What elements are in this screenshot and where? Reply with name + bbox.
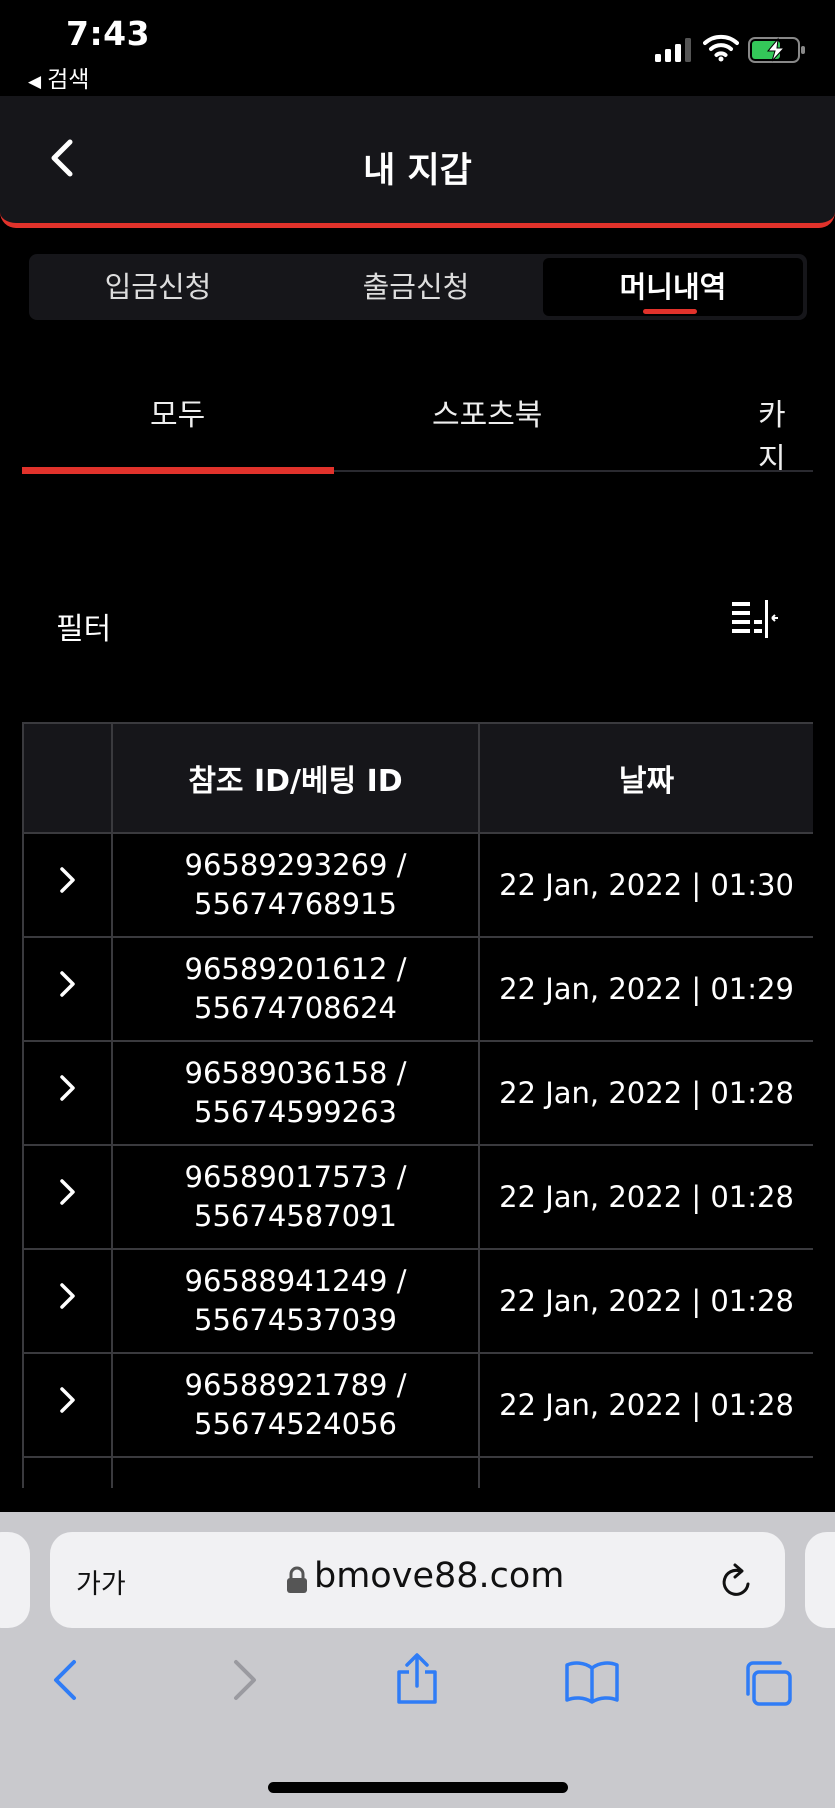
address-bar[interactable]: 가가 bmove88.com: [50, 1532, 785, 1628]
row-expand-cell[interactable]: [22, 1456, 113, 1488]
row-expand-cell[interactable]: [22, 1040, 113, 1146]
status-bar: 7:43 ◀ 검색: [0, 0, 835, 96]
tab-label: 입금신청: [104, 270, 212, 304]
filter-toggle-icon[interactable]: [730, 598, 780, 642]
chevron-right-icon[interactable]: [58, 865, 78, 895]
next-tab-peek[interactable]: [805, 1532, 835, 1628]
bet-id: 55674768915: [194, 887, 397, 921]
chevron-right-icon[interactable]: [58, 1073, 78, 1103]
bet-id: 55674708624: [194, 991, 397, 1025]
table-row[interactable]: 96589017573 / 55674587091 22 Jan, 2022 | 0…: [22, 1144, 813, 1250]
table-row[interactable]: 96589201612 / 55674708624 22 Jan, 2022 | 0…: [22, 936, 813, 1042]
back-app-label: 검색: [47, 67, 90, 93]
tabs-icon[interactable]: [740, 1658, 794, 1708]
url-text: bmove88.com: [314, 1556, 565, 1596]
ref-bet-id-cell: 96588762825 /: [111, 1456, 480, 1488]
table-row[interactable]: 96589293269 / 55674768915 22 Jan, 2022 | 0…: [22, 832, 813, 938]
header-ref-id: 참조 ID/베팅 ID: [111, 722, 480, 834]
row-expand-cell[interactable]: [22, 1352, 113, 1458]
bet-id: 55674599263: [194, 1095, 397, 1129]
ref-bet-id-cell: 96589036158 / 55674599263: [111, 1040, 480, 1146]
lock-icon: [287, 1566, 307, 1593]
back-triangle-icon: ◀: [28, 72, 42, 92]
tab-withdraw-request[interactable]: 출금신청: [287, 254, 545, 320]
chevron-right-icon[interactable]: [58, 1281, 78, 1311]
ref-bet-id-cell: 96588941249 / 55674537039: [111, 1248, 480, 1354]
browser-back-icon[interactable]: [48, 1656, 82, 1704]
ref-id: 96588941249 /: [184, 1264, 407, 1298]
table-row[interactable]: 96588762825 /: [22, 1456, 813, 1488]
ref-id: 96588921789 /: [184, 1368, 407, 1402]
row-expand-cell[interactable]: [22, 1144, 113, 1250]
table-row[interactable]: 96588941249 / 55674537039 22 Jan, 2022 | 0…: [22, 1248, 813, 1354]
money-history-table: 참조 ID/베팅 ID 날짜 96589293269 / 55674768915 2…: [22, 722, 813, 1488]
ref-id: 96589017573 /: [184, 1160, 407, 1194]
ref-id: 96589201612 /: [184, 952, 407, 986]
back-to-app-link[interactable]: ◀ 검색: [28, 60, 89, 94]
wallet-tab-bar: 입금신청 출금신청 머니내역: [29, 254, 807, 320]
date-cell: 22 Jan, 2022 | 01:29: [478, 936, 813, 1042]
active-category-indicator: [22, 467, 334, 474]
share-icon[interactable]: [393, 1652, 441, 1706]
home-indicator: [268, 1782, 568, 1793]
tab-label: 머니내역: [619, 270, 727, 304]
date-cell: 22 Jan, 2022 | 01:28: [478, 1248, 813, 1354]
bet-id: 55674524056: [194, 1407, 397, 1441]
browser-toolbar: 가가 bmove88.com: [0, 1512, 835, 1808]
table-row[interactable]: 96589036158 / 55674599263 22 Jan, 2022 | 0…: [22, 1040, 813, 1146]
ref-bet-id-cell: 96589017573 / 55674587091: [111, 1144, 480, 1250]
previous-tab-peek[interactable]: [0, 1532, 30, 1628]
header-expand: [22, 722, 113, 834]
page-title: 내 지갑: [363, 151, 472, 191]
table-header-row: 참조 ID/베팅 ID 날짜: [22, 722, 813, 834]
tab-deposit-request[interactable]: 입금신청: [29, 254, 287, 320]
browser-forward-icon[interactable]: [228, 1656, 262, 1704]
page-header: 내 지갑: [0, 96, 835, 228]
bookmarks-icon[interactable]: [564, 1660, 620, 1704]
ref-id: 96589293269 /: [184, 848, 407, 882]
row-expand-cell[interactable]: [22, 936, 113, 1042]
ref-bet-id-cell: 96589201612 / 55674708624: [111, 936, 480, 1042]
bet-id: 55674587091: [194, 1199, 397, 1233]
category-tab-bar: 모두 스포츠북 카지: [22, 360, 813, 478]
battery-charging-icon: [748, 37, 805, 63]
date-cell: 22 Jan, 2022 | 01:28: [478, 1352, 813, 1458]
tab-sportsbook[interactable]: 스포츠북: [432, 390, 542, 434]
row-expand-cell[interactable]: [22, 832, 113, 938]
chevron-right-icon[interactable]: [58, 969, 78, 999]
reload-icon[interactable]: [718, 1560, 756, 1600]
header-date: 날짜: [478, 722, 813, 834]
date-cell: 22 Jan, 2022 | 01:28: [478, 1144, 813, 1250]
table-row[interactable]: 96588921789 / 55674524056 22 Jan, 2022 | 0…: [22, 1352, 813, 1458]
date-cell: [478, 1456, 813, 1488]
date-cell: 22 Jan, 2022 | 01:30: [478, 832, 813, 938]
cellular-signal-icon: [655, 38, 691, 62]
chevron-right-icon[interactable]: [58, 1385, 78, 1415]
ref-id: 96589036158 /: [184, 1056, 407, 1090]
tab-all[interactable]: 모두: [150, 390, 205, 434]
row-expand-cell[interactable]: [22, 1248, 113, 1354]
ref-bet-id-cell: 96588921789 / 55674524056: [111, 1352, 480, 1458]
date-cell: 22 Jan, 2022 | 01:28: [478, 1040, 813, 1146]
ref-bet-id-cell: 96589293269 / 55674768915: [111, 832, 480, 938]
active-tab-indicator: [643, 309, 697, 314]
wifi-icon: [703, 34, 739, 62]
chevron-right-icon[interactable]: [58, 1177, 78, 1207]
tab-casino[interactable]: 카지: [758, 390, 813, 478]
tab-label: 출금신청: [362, 270, 470, 304]
filter-label: 필터: [56, 612, 112, 647]
bet-id: 55674537039: [194, 1303, 397, 1337]
tab-money-history[interactable]: 머니내역: [543, 258, 803, 316]
text-size-button[interactable]: 가가: [76, 1562, 126, 1601]
status-time: 7:43: [66, 14, 151, 53]
